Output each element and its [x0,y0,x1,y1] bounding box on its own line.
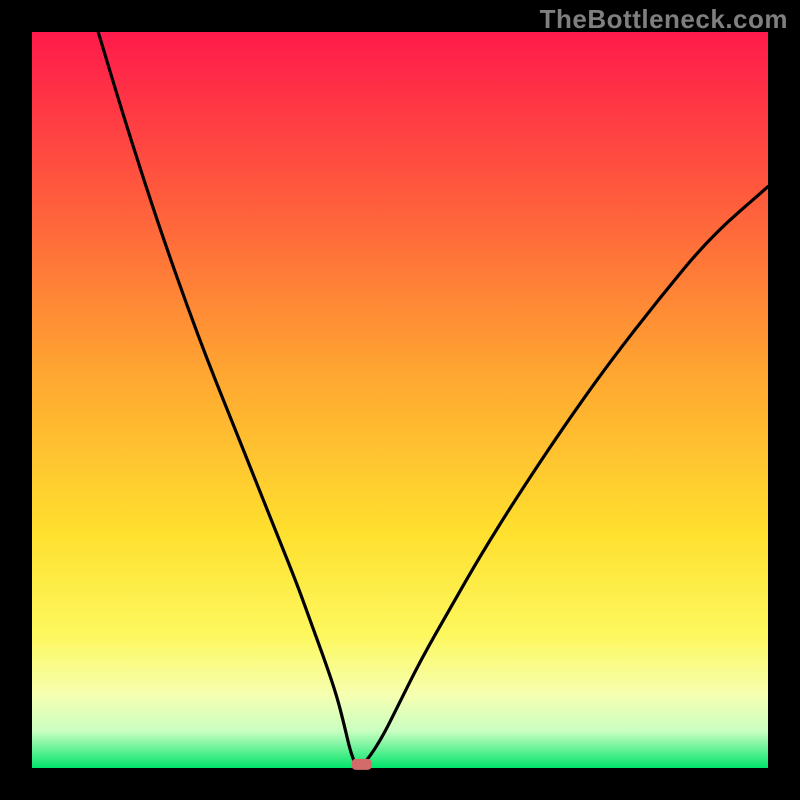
valley-marker [352,759,372,770]
chart-root: TheBottleneck.com [0,0,800,800]
plot-background [32,32,768,768]
bottleneck-chart [0,0,800,800]
watermark-text: TheBottleneck.com [540,4,788,35]
